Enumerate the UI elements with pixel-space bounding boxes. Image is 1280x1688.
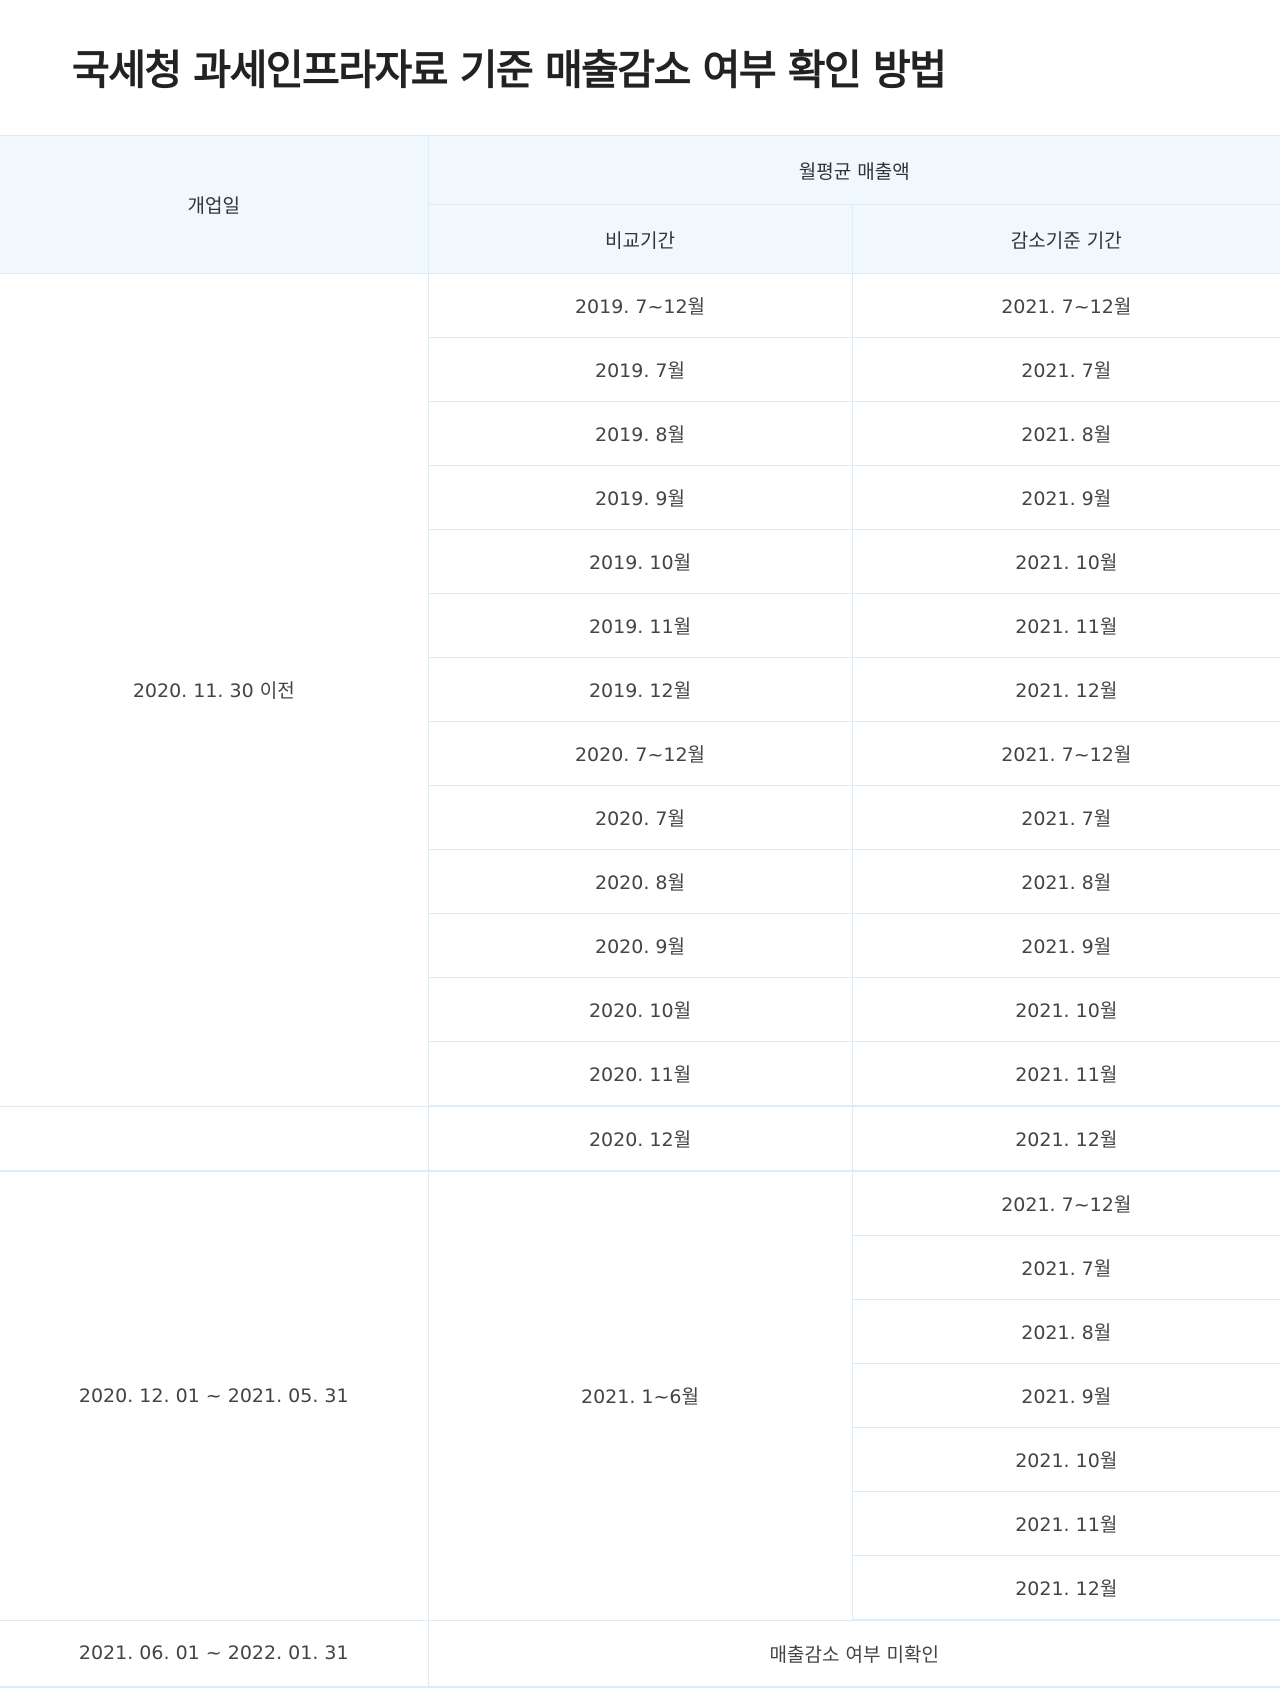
opening-date-cell: 2020. 12. 01 ~ 2021. 05. 31	[0, 1170, 429, 1621]
reduction-cell: 2021. 12월	[851, 1105, 1280, 1172]
reduction-cell: 2021. 10월	[851, 977, 1280, 1042]
unconfirmed-note-cell: 매출감소 여부 미확인	[427, 1619, 1280, 1688]
reduction-cell: 2021. 7~12월	[851, 721, 1280, 786]
reduction-cell: 2021. 9월	[852, 1363, 1280, 1428]
reduction-cell: 2021. 9월	[851, 913, 1280, 978]
comparison-cell: 2020. 10월	[428, 977, 853, 1042]
header-reduction-period: 감소기준 기간	[851, 204, 1280, 274]
reduction-cell: 2021. 12월	[851, 657, 1280, 722]
comparison-cell: 2020. 7월	[428, 785, 853, 850]
reduction-cell: 2021. 11월	[851, 1041, 1280, 1107]
comparison-cell: 2020. 12월	[427, 1105, 853, 1172]
header-opening-date: 개업일	[0, 135, 429, 274]
page-title: 국세청 과세인프라자료 기준 매출감소 여부 확인 방법	[72, 46, 947, 94]
table-row: 2020. 12월 2021. 12월	[0, 1105, 1280, 1172]
comparison-cell: 2020. 7~12월	[428, 721, 853, 786]
comparison-cell: 2019. 10월	[428, 529, 853, 594]
reduction-cell: 2021. 10월	[852, 1427, 1280, 1492]
table-row: 2021. 06. 01 ~ 2022. 01. 31 매출감소 여부 미확인	[0, 1619, 1280, 1688]
comparison-cell: 2019. 7~12월	[427, 273, 853, 338]
reduction-cell: 2021. 8월	[851, 849, 1280, 914]
reduction-cell: 2021. 7월	[851, 337, 1280, 402]
header-monthly-avg-sales: 월평균 매출액	[427, 135, 1280, 205]
comparison-cell: 2020. 8월	[428, 849, 853, 914]
comparison-cell: 2021. 1~6월	[427, 1170, 853, 1621]
sales-reduction-table: 개업일 월평균 매출액 비교기간 감소기준 기간 2020. 11. 30 이전…	[0, 135, 1280, 1688]
reduction-cell: 2021. 7~12월	[851, 1170, 1280, 1236]
comparison-cell: 2020. 11월	[428, 1041, 853, 1107]
comparison-cell: 2019. 7월	[428, 337, 853, 402]
reduction-cell: 2021. 8월	[852, 1299, 1280, 1364]
opening-date-cell: 2021. 06. 01 ~ 2022. 01. 31	[0, 1619, 429, 1688]
reduction-cell: 2021. 7월	[852, 1235, 1280, 1300]
reduction-cell: 2021. 12월	[852, 1555, 1280, 1621]
reduction-cell: 2021. 11월	[851, 593, 1280, 658]
reduction-cell: 2021. 9월	[851, 465, 1280, 530]
reduction-cell: 2021. 7월	[851, 785, 1280, 850]
opening-date-cell	[0, 1105, 429, 1172]
comparison-cell: 2019. 9월	[428, 465, 853, 530]
reduction-cell: 2021. 8월	[851, 401, 1280, 466]
comparison-cell: 2019. 11월	[428, 593, 853, 658]
comparison-cell: 2019. 8월	[428, 401, 853, 466]
comparison-cell: 2019. 12월	[428, 657, 853, 722]
comparison-cell: 2020. 9월	[428, 913, 853, 978]
header-comparison-period: 비교기간	[428, 204, 853, 274]
table-row: 2020. 12. 01 ~ 2021. 05. 31 2021. 1~6월 2…	[0, 1170, 1280, 1621]
reduction-cell: 2021. 10월	[851, 529, 1280, 594]
table-row: 2020. 11. 30 이전 2019. 7~12월 2021. 7~12월	[0, 273, 1280, 1107]
reduction-cell: 2021. 11월	[852, 1491, 1280, 1556]
reduction-cell: 2021. 7~12월	[851, 273, 1280, 338]
opening-date-cell: 2020. 11. 30 이전	[0, 273, 429, 1107]
